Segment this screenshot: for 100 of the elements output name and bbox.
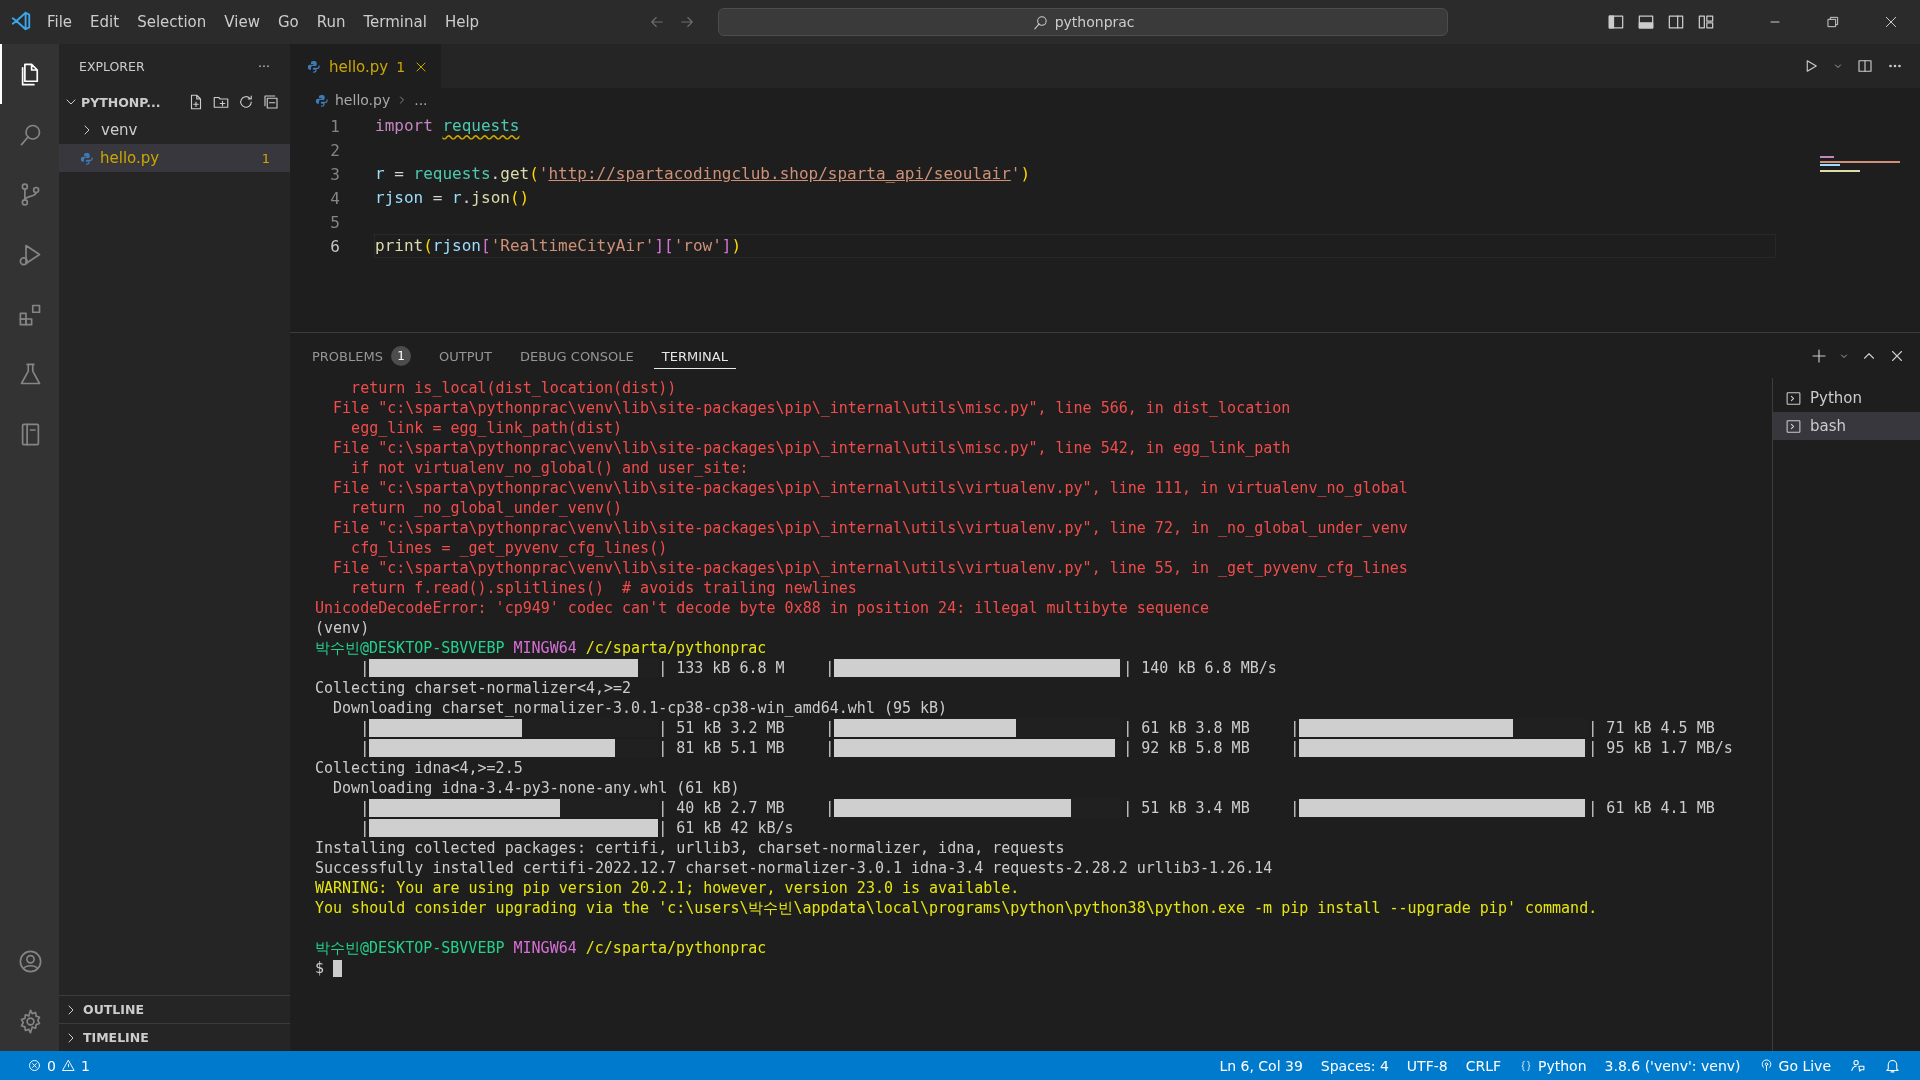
terminal-list-item[interactable]: bash <box>1773 412 1920 440</box>
terminal-line: UnicodeDecodeError: 'cp949' codec can't decode byte 0x88 in position 24: illegal multibyte sequence <box>315 598 1211 618</box>
progress-text: | 81 kB 5.1 MB <box>658 738 785 758</box>
code-line: r = requests.get('http://spartacodingclub.shop/sparta_api/seoulair') <box>375 163 1032 185</box>
progress-edge: | <box>825 738 835 758</box>
terminal-line: if not virtualenv_no_global() and user_site: <box>350 458 750 478</box>
menu-item[interactable]: Terminal <box>354 9 436 35</box>
terminal-line: egg_link = egg_link_path(dist) <box>350 418 624 438</box>
menu-item[interactable]: Help <box>435 9 489 35</box>
progress-text: | 95 kB 1.7 MB/s <box>1588 738 1733 758</box>
breadcrumb-item[interactable]: ... <box>414 92 428 108</box>
status-item[interactable]: Spaces: 4 <box>1311 1057 1398 1074</box>
menu-item[interactable]: Run <box>307 9 355 35</box>
terminal-list-item[interactable]: Python <box>1773 384 1920 412</box>
code-line: rjson = r.json() <box>375 187 531 209</box>
menu-item[interactable]: File <box>38 9 82 35</box>
code-line: print(rjson['RealtimeCityAir']['row']) <box>375 235 1775 257</box>
status-item[interactable]: Python <box>1510 1057 1596 1074</box>
file-tree-item[interactable]: venv <box>59 116 290 144</box>
terminal-line: You should consider upgrading via the 'c:\users\박수빈\appdata\local\programs\python\python38\python.exe -m pip install --upgrade pip' command. <box>315 898 1599 918</box>
menu-item[interactable]: Selection <box>128 9 216 35</box>
search-icon <box>1031 13 1049 31</box>
progress-edge: | <box>360 798 370 818</box>
terminal-line: return f.read().splitlines() # avoids trailing newlines <box>350 578 858 598</box>
terminal-prompt: 박수빈@DESKTOP-SBVVEBP MINGW64 /c/sparta/pythonprac <box>315 938 768 958</box>
terminal-icon <box>1785 417 1802 435</box>
menu-item[interactable]: Edit <box>81 9 129 35</box>
status-item[interactable]: UTF-8 <box>1397 1057 1457 1074</box>
terminal-line: Successfully installed certifi-2022.12.7 charset-normalizer-3.0.1 idna-3.4 requests-2.28.2 urllib3-1.26.14 <box>315 858 1274 878</box>
progress-edge: | <box>1290 798 1300 818</box>
panel-tab[interactable]: TERMINAL <box>653 342 736 369</box>
progress-text: | 61 kB 4.1 MB <box>1588 798 1715 818</box>
panel-tab[interactable]: DEBUG CONSOLE <box>511 342 642 369</box>
progress-edge: | <box>360 818 370 838</box>
progress-text: | 40 kB 2.7 MB <box>658 798 785 818</box>
progress-text: | 51 kB 3.4 MB <box>1123 798 1250 818</box>
terminal-line: File "c:\sparta\pythonprac\venv\lib\site-packages\pip\_internal\utils\misc.py", line 566, in dist_location <box>332 398 1292 418</box>
terminal-line: File "c:\sparta\pythonprac\venv\lib\site-packages\pip\_internal\utils\virtualenv.py", line 72, in _no_global_under_venv <box>332 518 1409 538</box>
command-search-field[interactable]: pythonprac <box>718 8 1449 36</box>
terminal-line: Collecting charset-normalizer<4,>=2 <box>315 678 633 698</box>
close-icon[interactable] <box>1883 14 1899 30</box>
feedback-icon[interactable] <box>1849 1057 1866 1074</box>
split-editor-icon[interactable] <box>1856 57 1874 75</box>
terminal-line: Collecting idna<4,>=2.5 <box>315 758 524 778</box>
more-actions-button[interactable]: ··· <box>258 58 270 74</box>
terminal-line: WARNING: You are using pip version 20.2.1; however, version 23.0 is available. <box>315 878 1021 898</box>
progress-edge: | <box>360 658 370 678</box>
braces-icon <box>1519 1058 1534 1073</box>
menu-item[interactable]: Go <box>268 9 308 35</box>
section-header[interactable]: OUTLINE <box>59 995 290 1023</box>
restore-icon[interactable] <box>1825 14 1841 30</box>
terminal-line: (venv) <box>315 618 371 638</box>
progress-text: | 140 kB 6.8 MB/s <box>1123 658 1277 678</box>
line-number: 5 <box>329 212 341 232</box>
python-file-icon <box>306 59 321 74</box>
refresh-icon[interactable] <box>237 93 255 111</box>
sidebar-title: EXPLORER <box>79 58 145 74</box>
progress-text: | 92 kB 5.8 MB <box>1123 738 1250 758</box>
terminal-icon <box>1785 389 1802 407</box>
line-number: 3 <box>329 164 341 184</box>
status-item[interactable]: CRLF <box>1456 1057 1511 1074</box>
terminal-line: File "c:\sparta\pythonprac\venv\lib\site-packages\pip\_internal\utils\misc.py", line 542, in egg_link_path <box>332 438 1292 458</box>
progress-edge: | <box>360 738 370 758</box>
editor-tab[interactable]: hello.py 1 <box>290 44 442 88</box>
status-item[interactable]: Go Live <box>1749 1057 1840 1074</box>
terminal-line: return _no_global_under_venv() <box>350 498 624 518</box>
bell-icon[interactable] <box>1884 1057 1901 1074</box>
progress-text: | 61 kB 3.8 MB <box>1123 718 1250 738</box>
terminal-line: Downloading idna-3.4-py3-none-any.whl (61 kB) <box>332 778 741 798</box>
line-number: 1 <box>329 116 341 136</box>
collapse-all-icon[interactable] <box>262 93 280 111</box>
progress-text: | 71 kB 4.5 MB <box>1588 718 1715 738</box>
progress-edge: | <box>360 718 370 738</box>
terminal-line: Installing collected packages: certifi, urllib3, charset-normalizer, idna, requests <box>315 838 1066 858</box>
progress-edge: | <box>825 658 835 678</box>
terminal-line: Downloading charset_normalizer-3.0.1-cp38-cp38-win_amd64.whl (95 kB) <box>332 698 949 718</box>
terminal-prompt: $ <box>315 959 325 977</box>
file-tree-item[interactable]: hello.py 1 <box>59 144 290 172</box>
problems-status[interactable]: 0 1 <box>18 1057 99 1074</box>
progress-edge: | <box>825 798 835 818</box>
terminal-line: File "c:\sparta\pythonprac\venv\lib\site-packages\pip\_internal\utils\virtualenv.py", line 55, in _get_pyvenv_cfg_lines <box>332 558 1409 578</box>
panel-tab[interactable]: OUTPUT <box>430 342 500 369</box>
app-logo-icon <box>10 9 32 32</box>
progress-edge: | <box>1290 718 1300 738</box>
status-item[interactable]: 3.8.6 ('venv': venv) <box>1595 1057 1750 1074</box>
python-file-icon <box>79 150 94 166</box>
progress-edge: | <box>1290 738 1300 758</box>
menu-item[interactable]: View <box>215 9 269 35</box>
progress-text: | 61 kB 42 kB/s <box>658 818 794 838</box>
line-number: 4 <box>329 188 341 208</box>
line-number: 6 <box>329 236 341 256</box>
breadcrumb-item[interactable]: hello.py <box>335 92 391 108</box>
progress-text: | 51 kB 3.2 MB <box>658 718 785 738</box>
code-line: import requests <box>375 115 521 137</box>
status-item[interactable]: Ln 6, Col 39 <box>1210 1057 1312 1074</box>
panel-tab[interactable]: PROBLEMS 1 <box>304 340 419 371</box>
terminal-line: cfg_lines = _get_pyvenv_cfg_lines() <box>350 538 669 558</box>
progress-text: | 133 kB 6.8 M <box>658 658 785 678</box>
folder-header[interactable]: PYTHONP... <box>59 88 290 116</box>
terminal-line: return is_local(dist_location(dist)) <box>350 378 678 398</box>
